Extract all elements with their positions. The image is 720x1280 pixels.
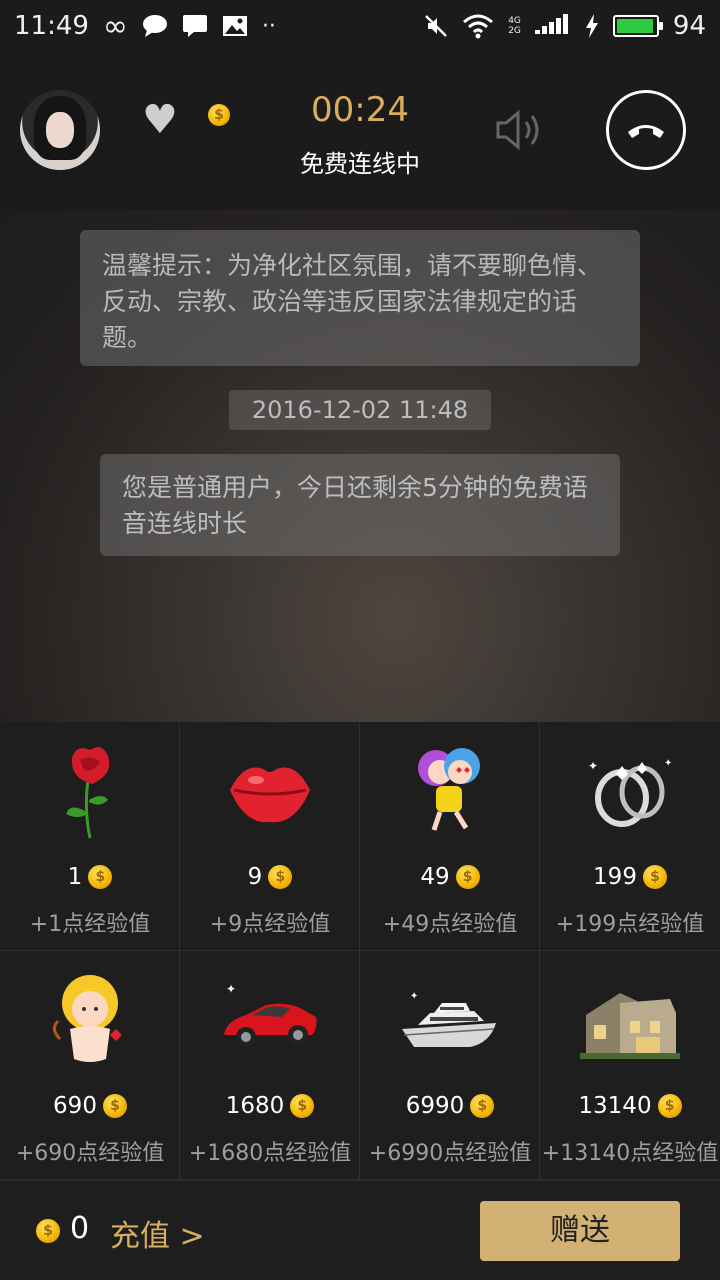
gift-exp: +1点经验值 bbox=[29, 912, 151, 937]
coin-icon: $ bbox=[290, 1094, 315, 1118]
rose-icon bbox=[66, 747, 110, 839]
battery-percent: 94 bbox=[672, 11, 706, 41]
gift-price: 13140 bbox=[578, 1093, 652, 1119]
svg-text:✦: ✦ bbox=[588, 759, 598, 773]
coin-icon: $ bbox=[642, 865, 667, 889]
svg-text:✦: ✦ bbox=[226, 982, 236, 996]
gift-item-ring[interactable]: ✦ ✦ 199 $ +199点经验值 bbox=[540, 722, 720, 951]
bottom-bar: $ 0 充值 > 赠送 bbox=[0, 1180, 720, 1280]
gift-item-sports-car[interactable]: ✦ 1680 $ +1680点经验值 bbox=[180, 951, 360, 1180]
coin-icon: $ bbox=[208, 104, 230, 126]
yacht-icon: ✦ bbox=[402, 991, 496, 1047]
gift-item-kiss[interactable]: 9 $ +9点经验值 bbox=[180, 722, 360, 951]
gift-price: 690 bbox=[53, 1093, 97, 1119]
infinity-icon: ∞ bbox=[102, 8, 128, 44]
call-status: 免费连线中 bbox=[300, 150, 420, 178]
signal-icon bbox=[534, 14, 571, 38]
system-message-bubble: 您是普通用户，今日还剩余5分钟的免费语音连线时长 bbox=[100, 454, 620, 556]
call-timer: 00:24 bbox=[311, 90, 409, 130]
recharge-link[interactable]: 充值 > bbox=[110, 1211, 205, 1255]
follow-heart[interactable]: ♥ $ bbox=[142, 97, 230, 143]
gift-price: 1680 bbox=[225, 1093, 285, 1119]
message-timestamp: 2016-12-02 11:48 bbox=[229, 390, 491, 430]
gift-exp: +13140点经验值 bbox=[541, 1141, 719, 1166]
gift-exp: +9点经验值 bbox=[209, 912, 331, 937]
sports-car-icon: ✦ bbox=[224, 982, 317, 1047]
svg-text:✦: ✦ bbox=[664, 758, 672, 769]
speaker-icon[interactable] bbox=[494, 108, 546, 152]
image-icon bbox=[222, 14, 248, 38]
message-icon bbox=[182, 14, 208, 38]
wifi-icon bbox=[462, 13, 494, 39]
coin-icon: $ bbox=[88, 865, 113, 889]
notice-bubble: 温馨提示：为净化社区氛围，请不要聊色情、反动、宗教、政治等违反国家法律规定的话题… bbox=[80, 230, 640, 366]
gift-price: 9 bbox=[247, 864, 263, 890]
coin-icon: $ bbox=[268, 865, 293, 889]
status-bar: 11:49 ∞ ·· 4G 2G 94 bbox=[0, 0, 720, 52]
gift-item-rose[interactable]: 1 $ +1点经验值 bbox=[0, 722, 180, 951]
gift-price: 199 bbox=[593, 864, 637, 890]
coin-icon: $ bbox=[102, 1094, 127, 1118]
gift-item-yacht[interactable]: ✦ 6990 $ +6990点经验值 bbox=[360, 951, 540, 1180]
gift-exp: +1680点经验值 bbox=[188, 1141, 352, 1166]
ring-icon: ✦ ✦ bbox=[588, 758, 672, 827]
coin-balance: 0 bbox=[70, 1211, 90, 1246]
send-gift-button[interactable]: 赠送 bbox=[480, 1201, 680, 1261]
status-time: 11:49 bbox=[14, 11, 89, 41]
chat-bubble-icon bbox=[142, 14, 168, 38]
lips-icon bbox=[230, 767, 310, 823]
chat-area[interactable]: 温馨提示：为净化社区氛围，请不要聊色情、反动、宗教、政治等违反国家法律规定的话题… bbox=[0, 210, 720, 722]
coin-icon: $ bbox=[36, 1219, 60, 1243]
gift-item-hug[interactable]: 49 $ +49点经验值 bbox=[360, 722, 540, 951]
gift-exp: +49点经验值 bbox=[382, 912, 518, 937]
cupid-icon bbox=[53, 975, 122, 1062]
mute-icon bbox=[424, 14, 448, 38]
gift-item-cupid[interactable]: 690 $ +690点经验值 bbox=[0, 951, 180, 1180]
call-header: ♥ $ 00:24 免费连线中 bbox=[0, 52, 720, 210]
battery-icon bbox=[612, 15, 663, 37]
gift-exp: +199点经验值 bbox=[555, 912, 705, 937]
gift-price: 49 bbox=[420, 864, 450, 890]
gift-price: 6990 bbox=[405, 1093, 465, 1119]
gift-price: 1 bbox=[67, 864, 83, 890]
gift-item-villa[interactable]: 13140 $ +13140点经验值 bbox=[540, 951, 720, 1180]
gift-exp: +690点经验值 bbox=[15, 1141, 165, 1166]
villa-icon bbox=[580, 993, 680, 1059]
coin-icon: $ bbox=[455, 865, 480, 889]
heart-icon: ♥ bbox=[142, 97, 178, 143]
network-type-label: 4G 2G bbox=[508, 16, 521, 36]
hang-up-button[interactable] bbox=[606, 90, 686, 170]
avatar[interactable] bbox=[20, 90, 100, 170]
gift-panel: 1 $ +1点经验值 9 $ +9点经验值 49 $ +49点经验值 ✦ ✦ 1… bbox=[0, 722, 720, 1180]
coin-icon: $ bbox=[657, 1094, 682, 1118]
charging-icon bbox=[585, 14, 599, 38]
more-notifications-icon: ·· bbox=[261, 13, 276, 39]
svg-text:✦: ✦ bbox=[410, 991, 418, 1002]
phone-hangup-icon bbox=[628, 125, 664, 138]
hug-couple-icon bbox=[418, 748, 480, 831]
gift-exp: +6990点经验值 bbox=[368, 1141, 532, 1166]
coin-icon: $ bbox=[470, 1094, 495, 1118]
